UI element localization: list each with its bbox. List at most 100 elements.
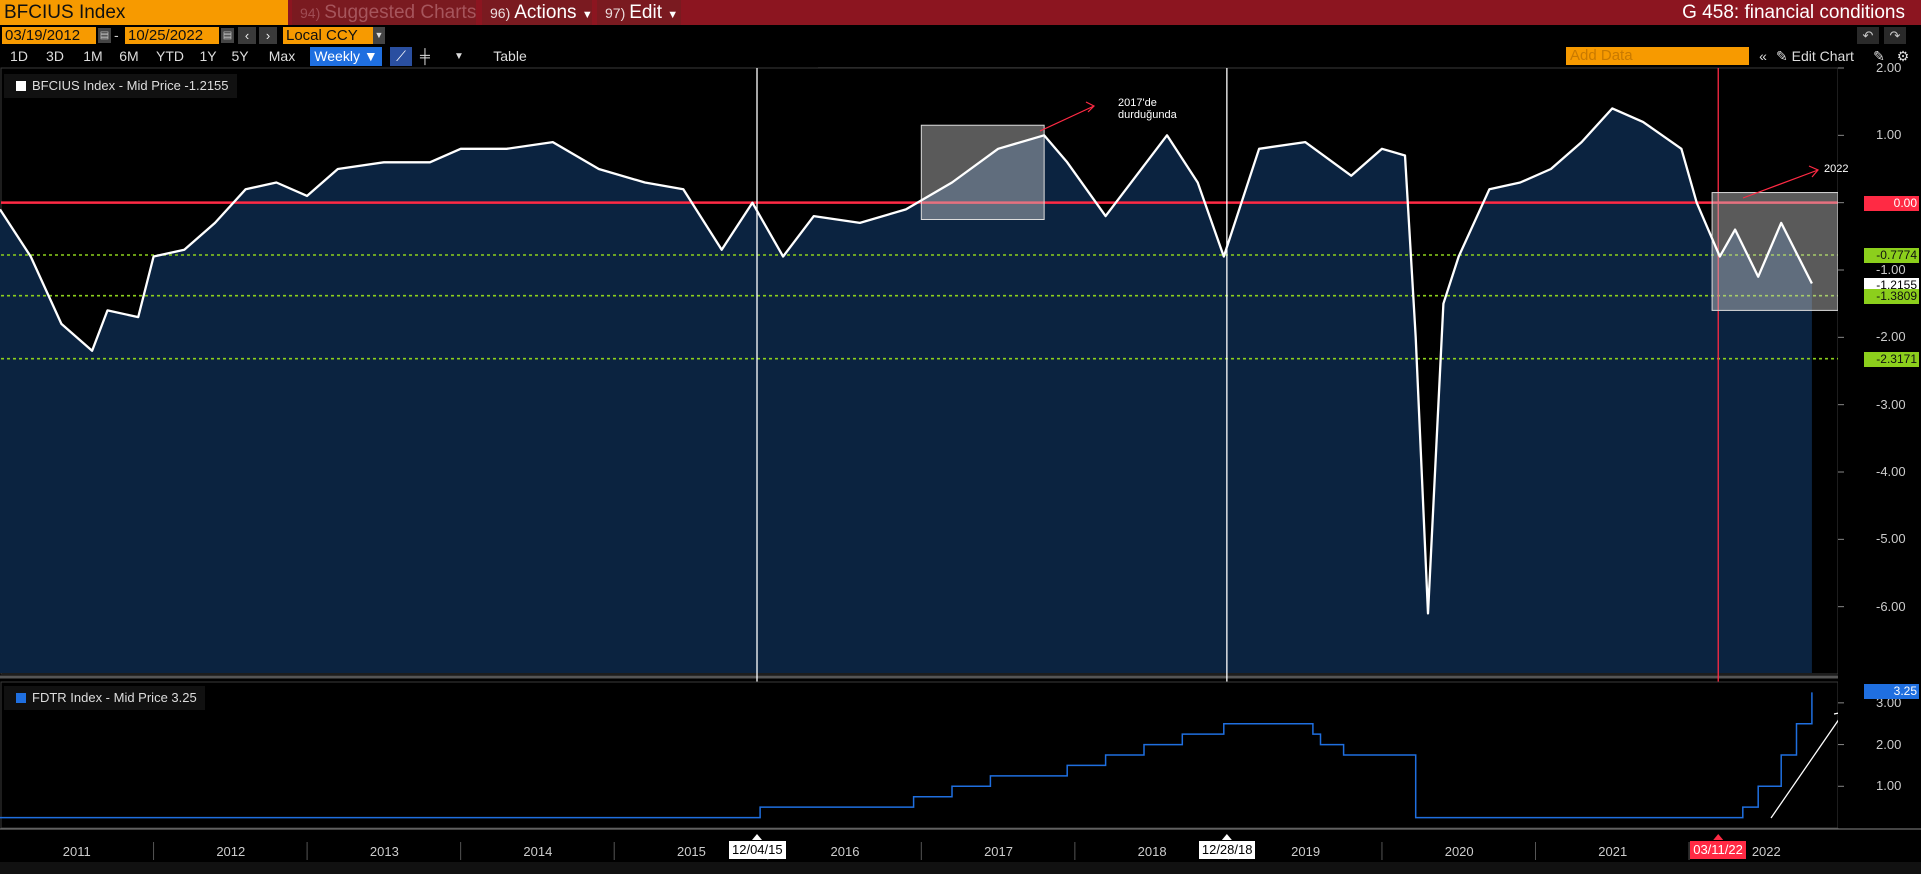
price-tag: -0.7774 bbox=[1864, 248, 1919, 263]
annotation-arrow-1 bbox=[1039, 105, 1095, 132]
range-button-1d[interactable]: 1D bbox=[6, 47, 32, 66]
currency-select[interactable]: Local CCY bbox=[283, 27, 383, 44]
range-button-3d[interactable]: 3D bbox=[40, 47, 70, 66]
redo-icon[interactable]: ↷ bbox=[1884, 27, 1906, 44]
calendar-icon[interactable]: ▤ bbox=[98, 28, 111, 43]
chevron-down-icon[interactable]: ▼ bbox=[450, 47, 468, 66]
marker-tag-1[interactable]: 12/28/18 bbox=[1198, 841, 1256, 859]
ytick-label: -6.00 bbox=[1876, 598, 1906, 614]
arrow-head-1 bbox=[1085, 101, 1096, 113]
ytick-label: 2.00 bbox=[1876, 736, 1902, 752]
annotation-arrow-2 bbox=[1742, 169, 1819, 199]
series-line-bfcius[interactable] bbox=[0, 107, 1813, 615]
page-title: G 458: financial conditions bbox=[1682, 2, 1905, 23]
calendar-icon[interactable]: ▤ bbox=[221, 28, 234, 43]
main-panel bbox=[0, 67, 1839, 675]
frequency-label: Weekly bbox=[314, 48, 360, 64]
xtick-label: 2011 bbox=[62, 844, 91, 859]
ytick-label: 1.00 bbox=[1876, 778, 1902, 794]
frequency-select[interactable]: Weekly ▼ bbox=[310, 47, 382, 66]
xtick-label: 2020 bbox=[1444, 844, 1474, 859]
tool-news: News bbox=[981, 69, 1015, 84]
ytick-label: -1.00 bbox=[1876, 262, 1906, 277]
edit-label: Edit bbox=[629, 2, 662, 23]
area-fill bbox=[0, 108, 1812, 673]
add-data-input[interactable]: Add Data bbox=[1566, 47, 1749, 65]
highlight-box-0[interactable] bbox=[920, 124, 1045, 220]
line-chart-icon[interactable]: ⟋ bbox=[390, 47, 412, 66]
range-button-max[interactable]: Max bbox=[260, 47, 304, 66]
edit-chart-button[interactable]: ✎ Edit Chart bbox=[1776, 47, 1862, 66]
range-button-1y[interactable]: 1Y bbox=[196, 47, 220, 66]
main-chart-area bbox=[0, 67, 1921, 828]
legend-main-text: BFCIUS Index - Mid Price -1.2155 bbox=[32, 78, 229, 93]
end-date-input[interactable]: 10/25/2022 bbox=[125, 27, 219, 44]
annotate-icon[interactable]: ⟋ Annotate bbox=[888, 69, 952, 84]
chevron-down-icon: ▼ bbox=[581, 9, 593, 21]
ytick-label: -2.00 bbox=[1876, 329, 1906, 345]
ytick-label: -4.00 bbox=[1876, 464, 1906, 479]
legend-swatch bbox=[16, 81, 26, 91]
legend-main: BFCIUS Index - Mid Price -1.2155 bbox=[4, 74, 237, 98]
marker-tag-2[interactable]: 03/11/22 bbox=[1690, 841, 1746, 859]
legend-lower-text: FDTR Index - Mid Price 3.25 bbox=[32, 690, 197, 705]
range-button-6m[interactable]: 6M bbox=[114, 47, 144, 66]
annotation-2022: 2022 bbox=[1824, 163, 1849, 175]
undo-icon[interactable]: ↶ bbox=[1857, 27, 1879, 44]
chevron-right-icon[interactable]: › bbox=[259, 27, 277, 44]
collapse-icon[interactable]: « bbox=[1754, 47, 1772, 66]
xtick-label: 2013 bbox=[369, 844, 399, 859]
ytick-label: 2.00 bbox=[1876, 60, 1902, 75]
xtick-label: 2012 bbox=[216, 844, 246, 859]
edit-num: 97) bbox=[605, 5, 626, 21]
candlestick-icon[interactable]: ╪ bbox=[414, 47, 436, 66]
legend-swatch bbox=[16, 693, 26, 703]
legend-lower: FDTR Index - Mid Price 3.25 bbox=[4, 686, 205, 710]
bottom-scrollbar[interactable] bbox=[0, 862, 1921, 874]
chart-canvas[interactable] bbox=[0, 0, 1921, 874]
suggested-label: Suggested Charts bbox=[324, 2, 477, 23]
xtick-label: 2017 bbox=[984, 844, 1013, 859]
marker-tag-0[interactable]: 12/04/15 bbox=[729, 841, 786, 859]
xtick-label: 2019 bbox=[1291, 844, 1321, 859]
xtick-label: 2021 bbox=[1598, 844, 1628, 859]
price-tag: -2.3171 bbox=[1864, 351, 1919, 367]
tool-track: Track bbox=[842, 69, 875, 84]
marker-pointer bbox=[752, 834, 763, 840]
start-date-input[interactable]: 03/19/2012 bbox=[2, 27, 96, 44]
xtick-label: 2018 bbox=[1137, 844, 1167, 859]
trend-arrow-head bbox=[1833, 711, 1845, 723]
crosshair-icon[interactable]: ✛ Track bbox=[828, 69, 874, 84]
table-button[interactable]: Table bbox=[484, 47, 536, 66]
trend-arrow bbox=[1770, 711, 1845, 819]
edit-chart-label: Edit Chart bbox=[1791, 48, 1854, 64]
highlight-box-1[interactable] bbox=[1711, 192, 1839, 311]
ytick-label: 1.00 bbox=[1876, 127, 1902, 143]
range-button-1m[interactable]: 1M bbox=[78, 47, 108, 66]
actions-num: 96) bbox=[490, 5, 511, 21]
xtick-label: 2015 bbox=[676, 844, 706, 859]
ytick-label: -3.00 bbox=[1876, 396, 1906, 412]
price-tag: 3.25 bbox=[1864, 684, 1919, 700]
title-bar bbox=[0, 0, 1921, 25]
actions-label: Actions bbox=[514, 2, 577, 23]
xtick-label: 2022 bbox=[1751, 844, 1781, 859]
series-line-fdtr[interactable] bbox=[0, 692, 1813, 819]
annotation-2017: 2017'de durduğunda bbox=[1118, 97, 1177, 121]
chevron-down-icon[interactable]: ▼ bbox=[373, 27, 385, 44]
ytick-label: -5.00 bbox=[1876, 531, 1906, 547]
actions-menu[interactable]: 96) Actions ▼ bbox=[482, 0, 593, 25]
xtick-label: 2016 bbox=[830, 844, 860, 859]
chevron-left-icon[interactable]: ‹ bbox=[238, 27, 256, 44]
chart-tools: ✛ Track ⟋ Annotate ▤ News ⌕ Zoom bbox=[818, 67, 1090, 87]
suggested-charts-button[interactable]: 94) Suggested Charts bbox=[292, 0, 476, 25]
zoom-icon[interactable]: ⌕ Zoom bbox=[1028, 69, 1072, 84]
x-axis bbox=[0, 67, 1921, 874]
ticker-field[interactable]: BFCIUS Index bbox=[0, 0, 288, 25]
news-icon[interactable]: ▤ News bbox=[966, 69, 1014, 84]
range-button-ytd[interactable]: YTD bbox=[150, 47, 190, 66]
right-axis-area bbox=[1838, 68, 1921, 828]
edit-menu[interactable]: 97) Edit ▼ bbox=[597, 0, 681, 25]
range-button-5y[interactable]: 5Y bbox=[226, 47, 254, 66]
tool-zoom: Zoom bbox=[1038, 69, 1072, 84]
